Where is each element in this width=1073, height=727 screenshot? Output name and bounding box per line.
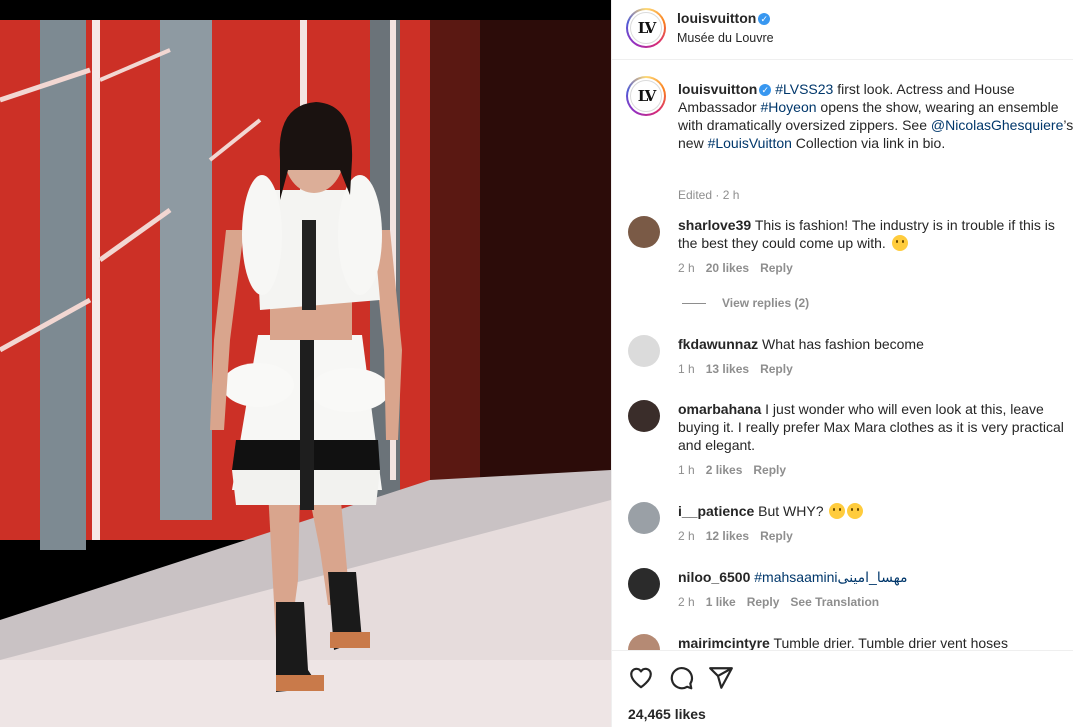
commenter-avatar[interactable]	[628, 634, 660, 650]
comment-time[interactable]: 2 h	[678, 595, 695, 609]
comment-likes[interactable]: 13 likes	[706, 362, 749, 376]
comment-meta: 2 h 12 likes Reply	[678, 529, 793, 543]
comment-body: fkdawunnaz What has fashion become	[678, 335, 1068, 353]
comment-text: But WHY?	[758, 503, 824, 519]
verified-badge-icon: ✓	[758, 13, 771, 25]
heart-icon[interactable]	[628, 665, 654, 691]
comment-time[interactable]: 1 h	[678, 463, 695, 477]
comment-body: omarbahana I just wonder who will even l…	[678, 400, 1068, 454]
comment-username[interactable]: mairimcintyre	[678, 635, 770, 650]
confused-face-emoji-icon	[829, 503, 846, 519]
comment-likes[interactable]: 1 like	[706, 595, 736, 609]
commenter-avatar[interactable]	[628, 335, 660, 367]
post-actions-bar: 24,465 likes	[612, 650, 1073, 727]
verified-badge-icon: ✓	[759, 84, 772, 96]
reply-button[interactable]: Reply	[753, 463, 786, 477]
comment-time[interactable]: 2 h	[678, 529, 695, 543]
author-username-text[interactable]: louisvuitton	[677, 10, 756, 26]
lv-logo-icon: LV	[630, 80, 662, 112]
comment-text: What has fashion become	[762, 336, 924, 352]
caption-text-part: Collection via link in bio.	[791, 135, 946, 151]
caption-username[interactable]: louisvuitton	[678, 81, 757, 97]
post-side-panel: LV louisvuitton ✓ Musée du Louvre LV loui…	[611, 0, 1073, 727]
thinking-face-emoji-icon	[847, 503, 864, 519]
post-location[interactable]: Musée du Louvre	[677, 31, 774, 45]
comment-icon[interactable]	[668, 665, 694, 691]
instagram-post-view: LV louisvuitton ✓ Musée du Louvre LV loui…	[0, 0, 1073, 727]
hashtag-arabic[interactable]: مهسا_امینی	[838, 569, 908, 585]
commenter-avatar[interactable]	[628, 568, 660, 600]
comment-likes[interactable]: 12 likes	[706, 529, 749, 543]
lv-logo-icon: LV	[630, 12, 662, 44]
see-translation-button[interactable]: See Translation	[790, 595, 879, 609]
comment-time[interactable]: 1 h	[678, 362, 695, 376]
caption-meta: Edited · 2 h	[678, 188, 740, 202]
comment-likes[interactable]: 2 likes	[706, 463, 743, 477]
reply-button[interactable]: Reply	[760, 362, 793, 376]
hashtag-mahsaamini[interactable]: #mahsaamini	[754, 569, 837, 585]
hashtag-lvss23[interactable]: #LVSS23	[775, 81, 833, 97]
comment-username[interactable]: sharlove39	[678, 217, 751, 233]
commenter-avatar[interactable]	[628, 216, 660, 248]
comment-body: niloo_6500 #mahsaaminiمهسا_امینی	[678, 568, 1068, 586]
share-icon[interactable]	[708, 665, 734, 691]
view-replies-label[interactable]: View replies (2)	[722, 296, 809, 310]
caption-avatar[interactable]: LV	[626, 76, 666, 116]
comment-username[interactable]: niloo_6500	[678, 569, 750, 585]
comment-body: sharlove39 This is fashion! The industry…	[678, 216, 1068, 252]
comment-meta: 1 h 13 likes Reply	[678, 362, 793, 376]
comment-text: Tumble drier. Tumble drier vent hoses	[773, 635, 1008, 650]
reply-button[interactable]: Reply	[760, 529, 793, 543]
post-header: LV louisvuitton ✓ Musée du Louvre	[612, 0, 1073, 60]
comment-username[interactable]: omarbahana	[678, 401, 761, 417]
like-count[interactable]: 24,465 likes	[628, 706, 706, 722]
comment-body: mairimcintyre Tumble drier. Tumble drier…	[678, 634, 1068, 650]
author-avatar[interactable]: LV	[626, 8, 666, 48]
comment-likes[interactable]: 20 likes	[706, 261, 749, 275]
mention-nicolasghesquiere[interactable]: @NicolasGhesquiere	[931, 117, 1064, 133]
post-photo[interactable]	[0, 0, 611, 727]
author-username[interactable]: louisvuitton ✓	[677, 10, 771, 26]
commenter-avatar[interactable]	[628, 502, 660, 534]
weary-face-emoji-icon	[891, 235, 908, 251]
comment-meta: 2 h 1 like Reply See Translation	[678, 595, 879, 609]
reply-button[interactable]: Reply	[747, 595, 780, 609]
view-replies-line	[682, 302, 706, 304]
runway-scene-image	[0, 20, 611, 727]
view-replies-button[interactable]: View replies (2)	[682, 296, 809, 310]
hashtag-louisvuitton[interactable]: #LouisVuitton	[708, 135, 792, 151]
hashtag-hoyeon[interactable]: #Hoyeon	[760, 99, 816, 115]
commenter-avatar[interactable]	[628, 400, 660, 432]
comments-list[interactable]: LV louisvuitton ✓ #LVSS23 first look. Act…	[612, 60, 1073, 650]
caption-text: louisvuitton ✓ #LVSS23 first look. Actres…	[678, 80, 1073, 152]
reply-button[interactable]: Reply	[760, 261, 793, 275]
comment-username[interactable]: i__patience	[678, 503, 754, 519]
comment-meta: 2 h 20 likes Reply	[678, 261, 793, 275]
comment-time[interactable]: 2 h	[678, 261, 695, 275]
comment-meta: 1 h 2 likes Reply	[678, 463, 786, 477]
comment-username[interactable]: fkdawunnaz	[678, 336, 758, 352]
comment-body: i__patience But WHY?	[678, 502, 1068, 520]
photo-top-bar	[0, 0, 611, 20]
